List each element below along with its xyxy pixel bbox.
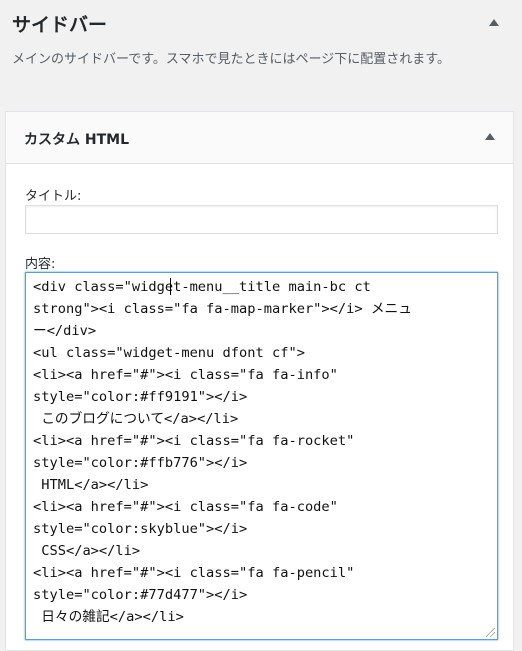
code-line: HTML</a></li>: [33, 477, 149, 493]
title-input[interactable]: [25, 205, 498, 234]
code-line: CSS</a></li>: [33, 543, 141, 559]
widget-title: カスタム HTML: [24, 132, 129, 148]
code-line: <li><a href="#"><i class="fa fa-rocket": [33, 433, 355, 449]
code-line: style="color:#77d477"></i>: [33, 587, 248, 603]
code-line: このブログについて</a></li>: [33, 411, 239, 427]
code-line: <li><a href="#"><i class="fa fa-pencil": [33, 565, 355, 581]
code-line: <li><a href="#"><i class="fa fa-info": [33, 367, 338, 383]
sidebar-collapse-button[interactable]: [480, 10, 508, 38]
triangle-up-icon: [485, 133, 495, 140]
sidebar-title: サイドバー: [12, 14, 108, 36]
sidebar-header: サイドバー: [0, 0, 522, 50]
code-line: strong"><i class="fa fa-map-marker"></i>…: [33, 301, 412, 317]
code-line: 日々の雑記</a></li>: [33, 609, 184, 625]
sidebar-description: メインのサイドバーです。スマホで見たときにはページ下に配置されます。: [12, 52, 450, 67]
code-line: ー</div>: [33, 323, 97, 339]
custom-html-widget: カスタム HTML タイトル: 内容: <div class="widget-m…: [5, 111, 514, 651]
code-line: <div class="widget-menu__title main-bc c…: [33, 279, 371, 295]
widget-collapse-button[interactable]: [476, 124, 504, 152]
code-line: <ul class="widget-menu dfont cf">: [33, 345, 305, 361]
html-content-textarea[interactable]: <div class="widget-menu__title main-bc c…: [25, 272, 498, 640]
widget-header[interactable]: カスタム HTML: [6, 112, 513, 164]
code-line: <li><a href="#"><i class="fa fa-code": [33, 499, 338, 515]
code-line: style="color:#ffb776"></i>: [33, 455, 248, 471]
title-field-label: タイトル:: [25, 189, 82, 204]
code-line: style="color:skyblue"></i>: [33, 521, 248, 537]
text-cursor: [170, 278, 171, 295]
resize-grip-icon[interactable]: [486, 628, 495, 637]
content-field-label: 内容:: [25, 257, 56, 272]
triangle-up-icon: [489, 19, 499, 26]
code-line: style="color:#ff9191"></i>: [33, 389, 248, 405]
